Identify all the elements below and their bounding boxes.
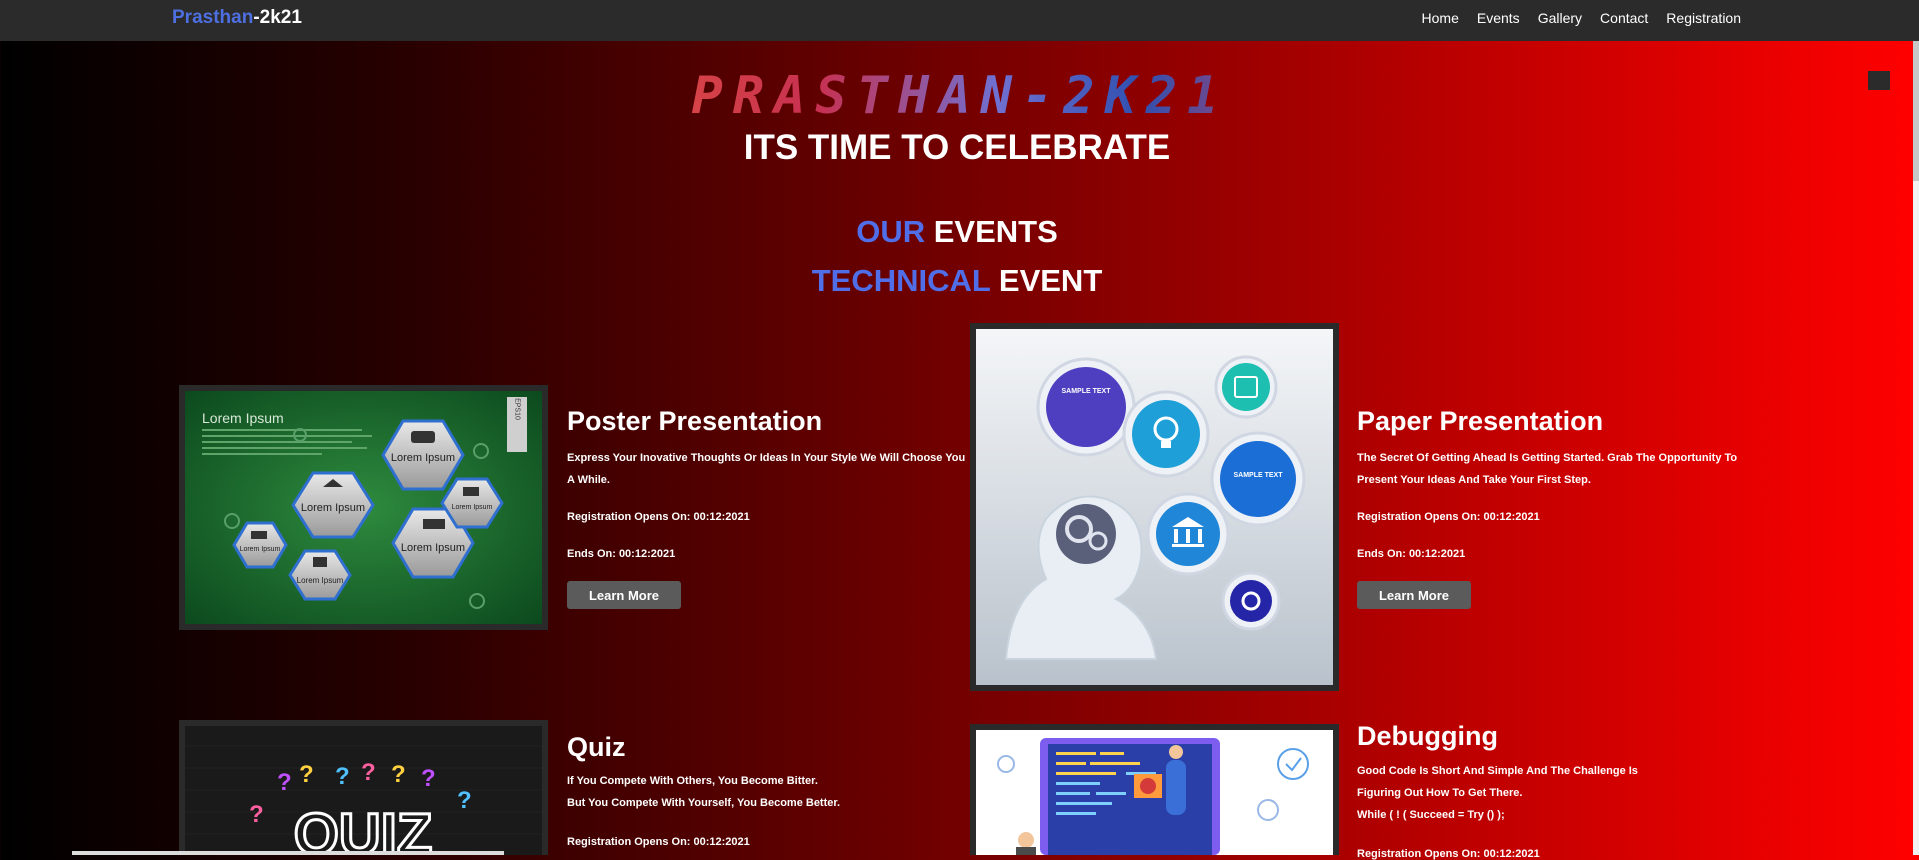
heading-our: OUR: [856, 214, 926, 249]
event-reg-poster: Registration Opens On: 00:12:2021: [567, 511, 750, 523]
nav-home[interactable]: Home: [1422, 10, 1459, 26]
event-desc-quiz: If You Compete With Others, You Become B…: [567, 770, 840, 814]
heading-event: EVENT: [998, 263, 1103, 298]
svg-text:?: ?: [335, 763, 350, 790]
event-reg-quiz: Registration Opens On: 00:12:2021: [567, 836, 750, 848]
section-heading-technical-event: TECHNICAL EVENT: [0, 263, 1914, 299]
nav-registration[interactable]: Registration: [1666, 10, 1741, 26]
heading-events: EVENTS: [933, 214, 1058, 249]
event-desc-quiz-line2: But You Compete With Yourself, You Becom…: [567, 797, 841, 809]
event-reg-debugging: Registration Opens On: 00:12:2021: [1357, 848, 1540, 860]
svg-text:?: ?: [249, 801, 264, 828]
event-desc-paper: The Secret Of Getting Ahead Is Getting S…: [1357, 447, 1737, 491]
event-reg-paper: Registration Opens On: 00:12:2021: [1357, 511, 1540, 523]
hex-label-1: Lorem Ipsum: [391, 452, 455, 464]
event-title-debugging: Debugging: [1357, 721, 1498, 751]
navbar: Prasthan-2k21 Home Events Gallery Contac…: [0, 0, 1919, 41]
event-ends-paper: Ends On: 00:12:2021: [1357, 548, 1466, 560]
nav-events[interactable]: Events: [1477, 10, 1520, 26]
svg-text:?: ?: [277, 769, 292, 796]
brand-part2: -2k21: [253, 7, 302, 28]
event-desc-debugging: Good Code Is Short And Simple And The Ch…: [1357, 760, 1638, 826]
learn-more-button-paper[interactable]: Learn More: [1357, 581, 1471, 609]
event-desc-poster: Express Your Inovative Thoughts Or Ideas…: [567, 447, 965, 491]
svg-text:?: ?: [391, 761, 406, 788]
hex-label-2: Lorem Ipsum: [301, 502, 365, 514]
hex-label-4: Lorem Ipsum: [452, 504, 493, 511]
brand-logo[interactable]: Prasthan-2k21: [172, 7, 302, 29]
poster-presentation-image: Lorem Ipsum EPS10 Lorem Ipsum Lorem Ipsu…: [179, 385, 548, 630]
section-heading-our-events: OUR EVENTS: [0, 214, 1914, 250]
sample-text-2: SAMPLE TEXT: [1233, 472, 1283, 479]
heading-technical: TECHNICAL: [811, 263, 991, 298]
paper-presentation-image: SAMPLE TEXT SAMPLE TEXT: [970, 323, 1339, 691]
svg-text:?: ?: [361, 759, 376, 786]
brand-part1: Prasthan: [172, 7, 254, 28]
poster-heading: Lorem Ipsum: [202, 410, 284, 426]
hex-label-3: Lorem Ipsum: [401, 542, 465, 554]
event-ends-poster: Ends On: 00:12:2021: [567, 548, 676, 560]
event-desc-quiz-line1: If You Compete With Others, You Become B…: [567, 775, 818, 787]
event-desc-debugging-line3: While ( ! ( Succeed = Try () );: [1357, 809, 1505, 821]
quiz-image: ? ? ? ? ? ? ? ? QUIZ: [179, 720, 548, 855]
event-desc-poster-line1: Express Your Inovative Thoughts Or Ideas…: [567, 452, 966, 464]
svg-text:?: ?: [299, 761, 314, 788]
hex-label-5: Lorem Ipsum: [240, 546, 281, 553]
paper-infographic: SAMPLE TEXT SAMPLE TEXT: [976, 329, 1333, 685]
svg-text:?: ?: [421, 765, 436, 792]
event-desc-debugging-line1: Good Code Is Short And Simple And The Ch…: [1357, 765, 1638, 777]
event-desc-paper-line1: The Secret Of Getting Ahead Is Getting S…: [1357, 452, 1738, 464]
debugging-illustration: [976, 730, 1333, 855]
quiz-neon-sign: ? ? ? ? ? ? ? ? QUIZ: [185, 726, 542, 855]
quiz-word: QUIZ: [294, 802, 433, 855]
debugging-image: [970, 724, 1339, 855]
svg-text:?: ?: [457, 787, 472, 814]
nav-links: Home Events Gallery Contact Registration: [1422, 10, 1741, 26]
event-desc-debugging-line2: Figuring Out How To Get There.: [1357, 787, 1523, 799]
event-title-quiz: Quiz: [567, 732, 626, 762]
event-desc-poster-line2: A While.: [567, 474, 610, 486]
hero-tagline: ITS TIME TO CELEBRATE: [743, 128, 1171, 167]
hero-logo-text: PRASTHAN-2K21: [600, 66, 1320, 126]
event-title-poster: Poster Presentation: [567, 406, 823, 436]
nav-gallery[interactable]: Gallery: [1538, 10, 1582, 26]
event-title-paper: Paper Presentation: [1357, 406, 1604, 436]
hex-label-6: Lorem Ipsum: [297, 576, 344, 585]
poster-infographic: Lorem Ipsum EPS10 Lorem Ipsum Lorem Ipsu…: [185, 391, 542, 624]
learn-more-button-poster[interactable]: Learn More: [567, 581, 681, 609]
scroll-to-top-button[interactable]: [1868, 71, 1890, 90]
poster-badge: EPS10: [514, 398, 521, 420]
horizontal-scrollbar-thumb[interactable]: [72, 851, 504, 855]
nav-contact[interactable]: Contact: [1600, 10, 1648, 26]
sample-text-1: SAMPLE TEXT: [1061, 388, 1111, 395]
event-desc-paper-line2: Present Your Ideas And Take Your First S…: [1357, 474, 1591, 486]
